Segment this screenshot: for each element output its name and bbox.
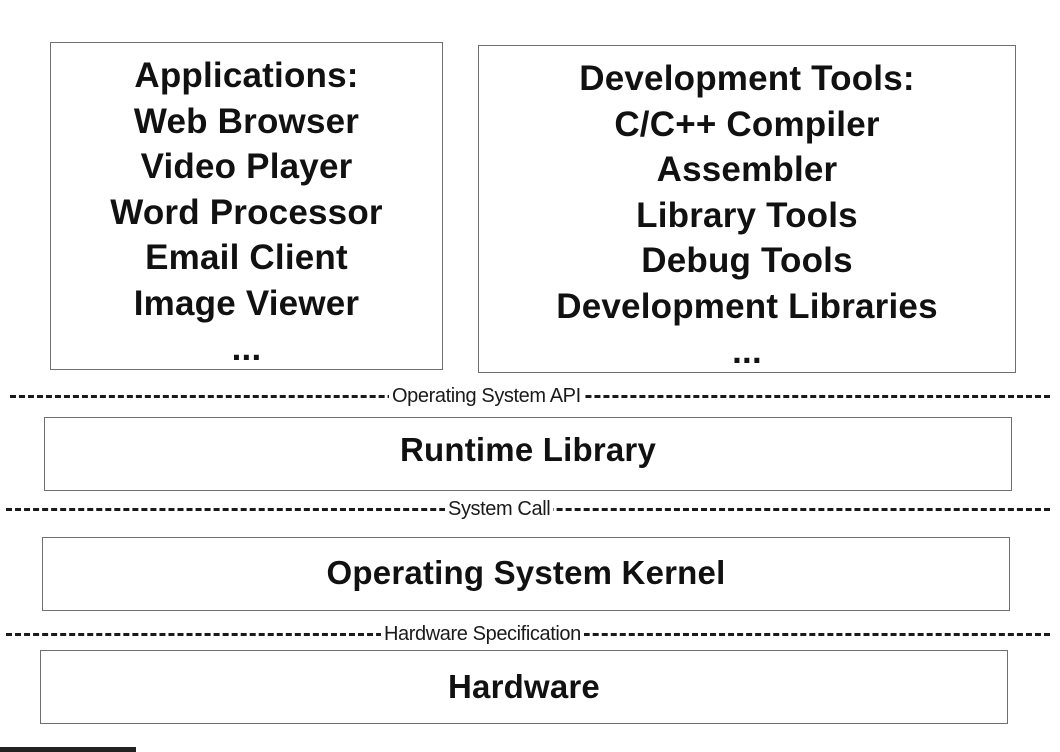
- development-tools-box: Development Tools: C/C++ Compiler Assemb…: [478, 45, 1016, 373]
- application-item: Image Viewer: [133, 283, 360, 323]
- development-tools-list: Development Tools: C/C++ Compiler Assemb…: [479, 46, 1015, 371]
- runtime-library-label: Runtime Library: [399, 431, 657, 468]
- hardware-spec-boundary: Hardware Specification: [0, 622, 1060, 646]
- scan-artifact: [0, 747, 136, 752]
- application-item-ellipsis: ...: [231, 329, 262, 368]
- applications-list: Applications: Web Browser Video Player W…: [51, 43, 442, 368]
- application-item: Video Player: [140, 147, 353, 186]
- kernel-label: Operating System Kernel: [326, 554, 726, 591]
- development-tool-item: Debug Tools: [641, 241, 853, 280]
- application-item: Email Client: [145, 238, 348, 277]
- development-tools-title: Development Tools:: [579, 59, 915, 98]
- os-api-boundary: Operating System API: [0, 384, 1060, 408]
- kernel-box: Operating System Kernel: [42, 537, 1010, 611]
- hardware-label: Hardware: [447, 668, 600, 705]
- software-stack-diagram: { "applications": { "title": "Applicatio…: [0, 0, 1060, 752]
- runtime-library-box: Runtime Library: [44, 417, 1012, 491]
- applications-box: Applications: Web Browser Video Player W…: [50, 42, 443, 370]
- application-item: Web Browser: [133, 101, 360, 141]
- application-item: Word Processor: [110, 192, 383, 232]
- development-tool-item: Library Tools: [636, 195, 858, 235]
- os-api-label: Operating System API: [389, 384, 584, 408]
- system-call-label: System Call: [445, 497, 554, 521]
- hardware-spec-label: Hardware Specification: [381, 622, 584, 646]
- development-tool-item: C/C++ Compiler: [614, 104, 880, 144]
- development-tool-item: Development Libraries: [556, 286, 938, 326]
- hardware-box: Hardware: [40, 650, 1008, 724]
- system-call-boundary: System Call: [0, 497, 1060, 521]
- development-tool-item: Assembler: [656, 150, 838, 189]
- development-tool-item-ellipsis: ...: [732, 332, 762, 371]
- applications-title: Applications:: [134, 56, 359, 95]
